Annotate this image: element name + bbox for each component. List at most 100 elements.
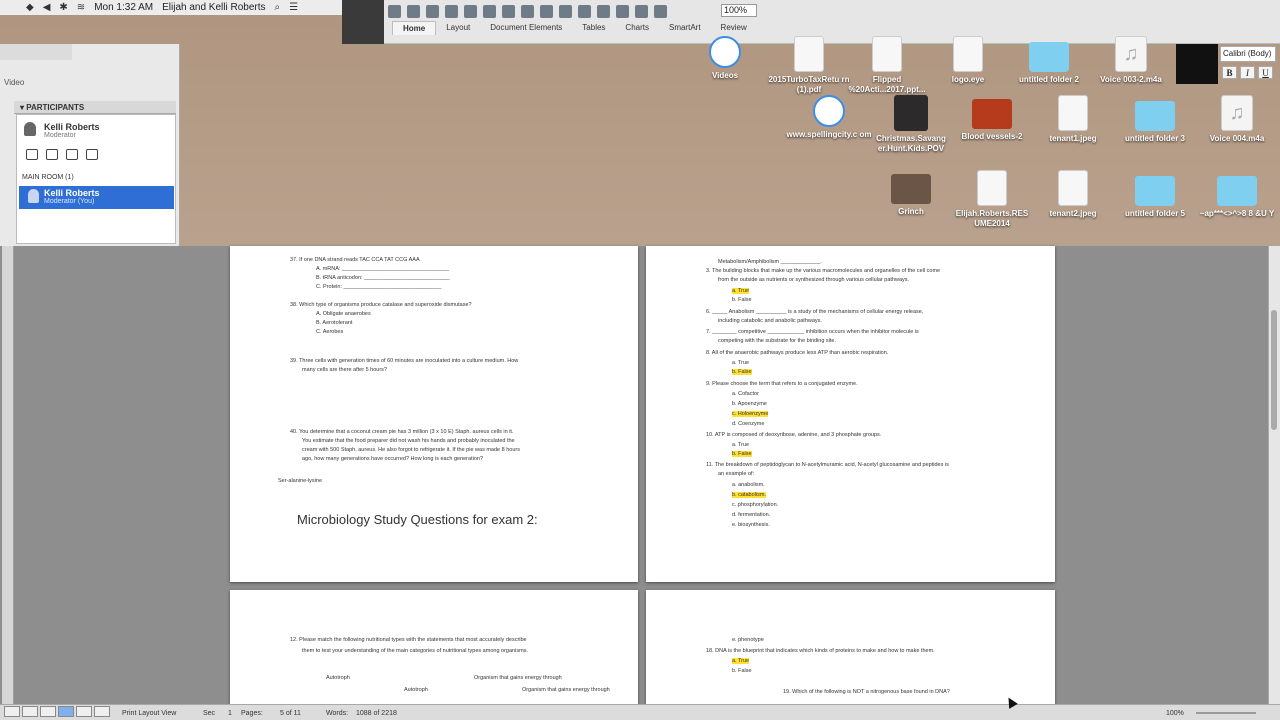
cut-icon[interactable] (483, 4, 496, 18)
participants-header[interactable]: ▾ PARTICIPANTS (14, 101, 176, 114)
participant-name: Kelli Roberts (44, 188, 100, 198)
quick-access-toolbar (388, 2, 667, 20)
grinch-file-icon (891, 174, 931, 204)
bold-button[interactable]: B (1222, 66, 1237, 79)
desktop-icon-7[interactable]: www.spellingcity.c om (786, 95, 872, 140)
desktop-icon-11[interactable]: untitled folder 3 (1112, 95, 1198, 144)
document-line: 7. ________ competitive ____________ inh… (706, 329, 919, 335)
document-line: B. Aerotolerant (316, 320, 353, 326)
sidebar-icon[interactable] (616, 4, 629, 18)
desktop-icon-10[interactable]: tenant1.jpeg (1030, 95, 1116, 144)
copy-icon[interactable] (502, 4, 515, 18)
view-buttons (4, 706, 110, 717)
user-icon[interactable] (46, 149, 58, 160)
open-icon[interactable] (426, 4, 439, 18)
document-line: Organism that gains energy through (522, 687, 610, 693)
tab-charts[interactable]: Charts (615, 21, 659, 35)
print-layout-view-button[interactable] (58, 706, 74, 717)
moderator-name: Kelli Roberts (44, 122, 100, 132)
zoom-slider[interactable] (1196, 712, 1256, 714)
desktop-icon-label: ~ap***<>^>8 8 &U Y (1199, 209, 1275, 218)
desktop-icon-15[interactable]: tenant2.jpeg (1030, 170, 1116, 219)
notebook-view-button[interactable] (76, 706, 92, 717)
desktop-icon-17[interactable]: ~ap***<>^>8 8 &U Y (1194, 170, 1280, 219)
new-doc-icon[interactable] (388, 4, 401, 18)
format-painter-icon[interactable] (540, 4, 553, 18)
undo-icon[interactable] (559, 4, 572, 18)
volume-icon[interactable]: ◀ (43, 2, 51, 13)
tab-review[interactable]: Review (711, 21, 757, 35)
redo-icon[interactable] (578, 4, 591, 18)
outline-view-button[interactable] (22, 706, 38, 717)
format-buttons: B I U (1222, 66, 1273, 79)
gallery-icon[interactable] (654, 4, 667, 18)
tab-video[interactable]: Video (4, 78, 174, 90)
document-line: e. phenotype (732, 637, 764, 643)
tab-document-elements[interactable]: Document Elements (480, 21, 572, 35)
document-line: B. tRNA anticodon: _____________________… (316, 275, 450, 281)
tab-layout[interactable]: Layout (436, 21, 480, 35)
menu-list-icon[interactable]: ☰ (289, 2, 298, 13)
desktop-icon-label: Videos (711, 71, 739, 80)
tab-home[interactable]: Home (392, 21, 437, 35)
desktop-icon-16[interactable]: untitled folder 5 (1112, 170, 1198, 219)
main-room-label: MAIN ROOM (1) (22, 174, 74, 181)
desktop-icon-6[interactable]: ♫ Voice 003-2.m4a (1088, 36, 1174, 85)
doc-file-icon (953, 36, 983, 72)
desktop-icon-4[interactable]: logo.eye (925, 36, 1011, 85)
templates-icon[interactable] (407, 4, 420, 18)
desktop-icon-5[interactable]: untitled folder 2 (1006, 36, 1092, 85)
desktop-icon-13[interactable]: Grinch (868, 170, 954, 217)
document-page-1[interactable]: Microbiology Study Questions for exam 2:… (230, 246, 638, 582)
dropbox-icon[interactable]: ◆ (26, 2, 34, 13)
document-line: b. False (732, 297, 752, 303)
checkbox-icon[interactable] (86, 149, 98, 160)
zoom-select[interactable]: 100% (721, 4, 757, 17)
tab-tables[interactable]: Tables (572, 21, 615, 35)
document-line: You estimate that the food preparer did … (302, 438, 515, 444)
mac-menubar: ◆ ◀ ✱ ≋ Mon 1:32 AM Elijah and Kelli Rob… (0, 0, 342, 15)
clock[interactable]: Mon 1:32 AM (94, 2, 153, 13)
desktop-icon-14[interactable]: Elijah.Roberts.RES UME2014 (949, 170, 1035, 229)
status-bar (0, 704, 1280, 720)
font-name-field[interactable]: Calibri (Body) (1220, 46, 1276, 62)
document-line: 3. The building blocks that make up the … (706, 268, 941, 274)
document-page-2[interactable]: Metabolism/Amphibolism _____________. 3. … (646, 246, 1055, 582)
desktop-icon-label: Blood vessels-2 (961, 132, 1023, 141)
document-page-4[interactable]: e. phenotype 18. DNA is the blueprint tha… (646, 590, 1055, 704)
wifi-icon[interactable]: ≋ (77, 2, 85, 13)
toolbox-icon[interactable] (635, 4, 648, 18)
desktop-icon-label: Grinch (898, 207, 924, 216)
italic-button[interactable]: I (1240, 66, 1255, 79)
fullscreen-view-button[interactable] (94, 706, 110, 717)
section-number: 1 (228, 710, 232, 717)
ribbon-tabs: Home Layout Document Elements Tables Cha… (392, 21, 757, 35)
document-line: ago, how many generations have occurred?… (302, 456, 484, 462)
search-icon[interactable]: ⌕ (275, 2, 281, 13)
paste-icon[interactable] (521, 4, 534, 18)
document-page-3[interactable]: 12. Please match the following nutrition… (230, 590, 638, 704)
desktop-icon-9[interactable]: Blood vessels-2 (949, 95, 1035, 142)
draft-view-button[interactable] (4, 706, 20, 717)
hand-icon[interactable] (66, 149, 78, 160)
underline-button[interactable]: U (1258, 66, 1273, 79)
bluetooth-icon[interactable]: ✱ (59, 2, 67, 13)
save-icon[interactable] (445, 4, 458, 18)
print-icon[interactable] (464, 4, 477, 18)
desktop-icon-2[interactable]: 2015TurboTaxRetu rn (1).pdf (766, 36, 852, 95)
desktop-icon-8[interactable]: Christmas.Savang er.Hunt.Kids.POV (868, 95, 954, 154)
document-line: 11. The breakdown of peptidoglycan to N-… (706, 462, 949, 468)
desktop-icon-12[interactable]: ♫ Voice 004.m4a (1194, 95, 1280, 144)
scrollbar-thumb[interactable] (1271, 310, 1277, 430)
desktop-icon-3[interactable]: Flipped %20Acti...2017.ppt... (844, 36, 930, 95)
section-label: Sec (203, 710, 216, 717)
pilcrow-icon[interactable] (597, 4, 610, 18)
pages-label: Pages: (241, 710, 263, 717)
desktop-icon-label: tenant1.jpeg (1049, 134, 1097, 143)
desktop-icon-1[interactable]: Videos (682, 36, 768, 81)
document-line: an example of: (718, 471, 755, 477)
user-name[interactable]: Elijah and Kelli Roberts (162, 2, 265, 13)
publishing-view-button[interactable] (40, 706, 56, 717)
tab-smartart[interactable]: SmartArt (659, 21, 711, 35)
zoom-icon[interactable] (26, 149, 38, 160)
